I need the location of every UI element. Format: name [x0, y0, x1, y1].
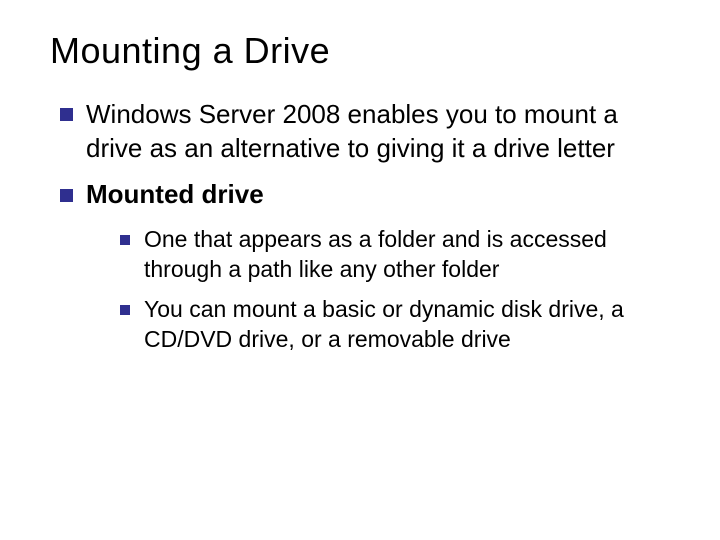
bullet-text: Windows Server 2008 enables you to mount… — [86, 99, 618, 163]
bullet-list-level-2: One that appears as a folder and is acce… — [86, 225, 680, 355]
bullet-text: You can mount a basic or dynamic disk dr… — [144, 296, 624, 352]
list-item: Mounted drive One that appears as a fold… — [60, 178, 680, 355]
list-item: You can mount a basic or dynamic disk dr… — [120, 295, 680, 355]
list-item: Windows Server 2008 enables you to mount… — [60, 98, 680, 166]
bullet-text: One that appears as a folder and is acce… — [144, 226, 607, 282]
slide: Mounting a Drive Windows Server 2008 ena… — [0, 0, 720, 540]
bullet-text: Mounted drive — [86, 179, 264, 209]
slide-title: Mounting a Drive — [50, 30, 680, 72]
list-item: One that appears as a folder and is acce… — [120, 225, 680, 285]
bullet-list-level-1: Windows Server 2008 enables you to mount… — [50, 98, 680, 355]
